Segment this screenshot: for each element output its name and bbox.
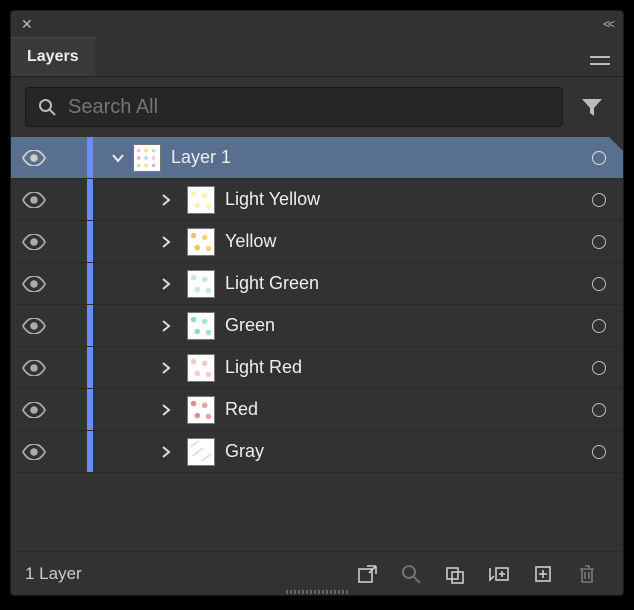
panel-tabs: Layers bbox=[11, 37, 623, 77]
chevron-right-icon bbox=[160, 403, 172, 417]
target-indicator-icon bbox=[592, 361, 606, 375]
layer-thumbnail bbox=[187, 396, 215, 424]
sublayer-row[interactable]: Green bbox=[11, 305, 623, 347]
tab-label: Layers bbox=[27, 48, 79, 66]
visibility-toggle[interactable] bbox=[11, 444, 57, 460]
layers-panel: ✕ << Layers bbox=[10, 10, 624, 596]
layer-color-indicator bbox=[87, 389, 93, 430]
chevron-right-icon bbox=[160, 235, 172, 249]
layer-name[interactable]: Red bbox=[225, 399, 575, 420]
sublayer-row[interactable]: Red bbox=[11, 389, 623, 431]
layer-name[interactable]: Gray bbox=[225, 441, 575, 462]
search-row bbox=[11, 77, 623, 137]
selection-target[interactable] bbox=[575, 403, 623, 417]
filter-button[interactable] bbox=[575, 87, 609, 127]
delete-layer-button bbox=[565, 564, 609, 584]
collapse-icon[interactable]: << bbox=[603, 17, 613, 31]
panel-menu-button[interactable] bbox=[577, 37, 623, 76]
target-indicator-icon bbox=[592, 445, 606, 459]
search-icon bbox=[38, 98, 56, 116]
selection-target[interactable] bbox=[575, 319, 623, 333]
chevron-down-icon bbox=[111, 151, 125, 165]
visibility-toggle[interactable] bbox=[11, 234, 57, 250]
selection-target[interactable] bbox=[575, 445, 623, 459]
layer-name[interactable]: Layer 1 bbox=[171, 147, 575, 168]
disclosure-toggle[interactable] bbox=[151, 235, 181, 249]
layer-name[interactable]: Light Yellow bbox=[225, 189, 575, 210]
disclosure-toggle[interactable] bbox=[151, 445, 181, 459]
target-indicator-icon bbox=[592, 319, 606, 333]
chevron-right-icon bbox=[160, 445, 172, 459]
sublayer-row[interactable]: Light Green bbox=[11, 263, 623, 305]
target-indicator-icon bbox=[592, 193, 606, 207]
selection-target[interactable] bbox=[575, 361, 623, 375]
disclosure-toggle[interactable] bbox=[151, 319, 181, 333]
visibility-toggle[interactable] bbox=[11, 318, 57, 334]
disclosure-toggle[interactable] bbox=[151, 277, 181, 291]
layer-list: Layer 1 Light Yellow Yellow Light Green Gre… bbox=[11, 137, 623, 473]
layer-thumbnail bbox=[187, 438, 215, 466]
layer-thumbnail bbox=[187, 228, 215, 256]
layer-color-indicator bbox=[87, 305, 93, 346]
layer-color-indicator bbox=[87, 347, 93, 388]
panel-footer: 1 Layer bbox=[11, 551, 623, 595]
target-indicator-icon bbox=[592, 277, 606, 291]
layer-row-parent[interactable]: Layer 1 bbox=[11, 137, 623, 179]
chevron-right-icon bbox=[160, 277, 172, 291]
clipping-mask-button[interactable] bbox=[433, 564, 477, 584]
disclosure-toggle[interactable] bbox=[103, 151, 133, 165]
new-layer-button[interactable] bbox=[521, 564, 565, 584]
selection-target[interactable] bbox=[575, 235, 623, 249]
chevron-right-icon bbox=[160, 319, 172, 333]
selection-target[interactable] bbox=[575, 193, 623, 207]
visibility-toggle[interactable] bbox=[11, 360, 57, 376]
locate-object-button bbox=[389, 564, 433, 584]
chevron-right-icon bbox=[160, 361, 172, 375]
tab-layers[interactable]: Layers bbox=[11, 37, 95, 76]
resize-grip[interactable] bbox=[262, 590, 372, 596]
hamburger-icon bbox=[590, 56, 610, 58]
sublayer-row[interactable]: Gray bbox=[11, 431, 623, 473]
layer-name[interactable]: Light Green bbox=[225, 273, 575, 294]
layer-count-label: 1 Layer bbox=[25, 564, 82, 584]
selection-target[interactable] bbox=[575, 277, 623, 291]
visibility-toggle[interactable] bbox=[11, 276, 57, 292]
sublayer-row[interactable]: Yellow bbox=[11, 221, 623, 263]
disclosure-toggle[interactable] bbox=[151, 403, 181, 417]
target-indicator-icon bbox=[592, 151, 606, 165]
disclosure-toggle[interactable] bbox=[151, 193, 181, 207]
layer-color-indicator bbox=[87, 431, 93, 472]
filter-icon bbox=[581, 96, 603, 118]
target-indicator-icon bbox=[592, 235, 606, 249]
disclosure-toggle[interactable] bbox=[151, 361, 181, 375]
sublayer-row[interactable]: Light Yellow bbox=[11, 179, 623, 221]
visibility-toggle[interactable] bbox=[11, 402, 57, 418]
layer-name[interactable]: Yellow bbox=[225, 231, 575, 252]
layer-name[interactable]: Green bbox=[225, 315, 575, 336]
layer-thumbnail bbox=[133, 144, 161, 172]
new-sublayer-button[interactable] bbox=[477, 564, 521, 584]
visibility-toggle[interactable] bbox=[11, 150, 57, 166]
layer-color-indicator bbox=[87, 263, 93, 304]
visibility-toggle[interactable] bbox=[11, 192, 57, 208]
selection-target[interactable] bbox=[575, 151, 623, 165]
layer-thumbnail bbox=[187, 270, 215, 298]
layer-thumbnail bbox=[187, 312, 215, 340]
layer-color-indicator bbox=[87, 137, 93, 178]
layer-name[interactable]: Light Red bbox=[225, 357, 575, 378]
layer-color-indicator bbox=[87, 179, 93, 220]
search-box[interactable] bbox=[25, 87, 563, 127]
layer-thumbnail bbox=[187, 354, 215, 382]
layer-thumbnail bbox=[187, 186, 215, 214]
target-indicator-icon bbox=[592, 403, 606, 417]
panel-titlebar: ✕ << bbox=[11, 11, 623, 37]
collect-for-export-button[interactable] bbox=[345, 564, 389, 584]
search-input[interactable] bbox=[68, 96, 550, 119]
chevron-right-icon bbox=[160, 193, 172, 207]
sublayer-row[interactable]: Light Red bbox=[11, 347, 623, 389]
close-icon[interactable]: ✕ bbox=[21, 16, 33, 33]
layer-color-indicator bbox=[87, 221, 93, 262]
